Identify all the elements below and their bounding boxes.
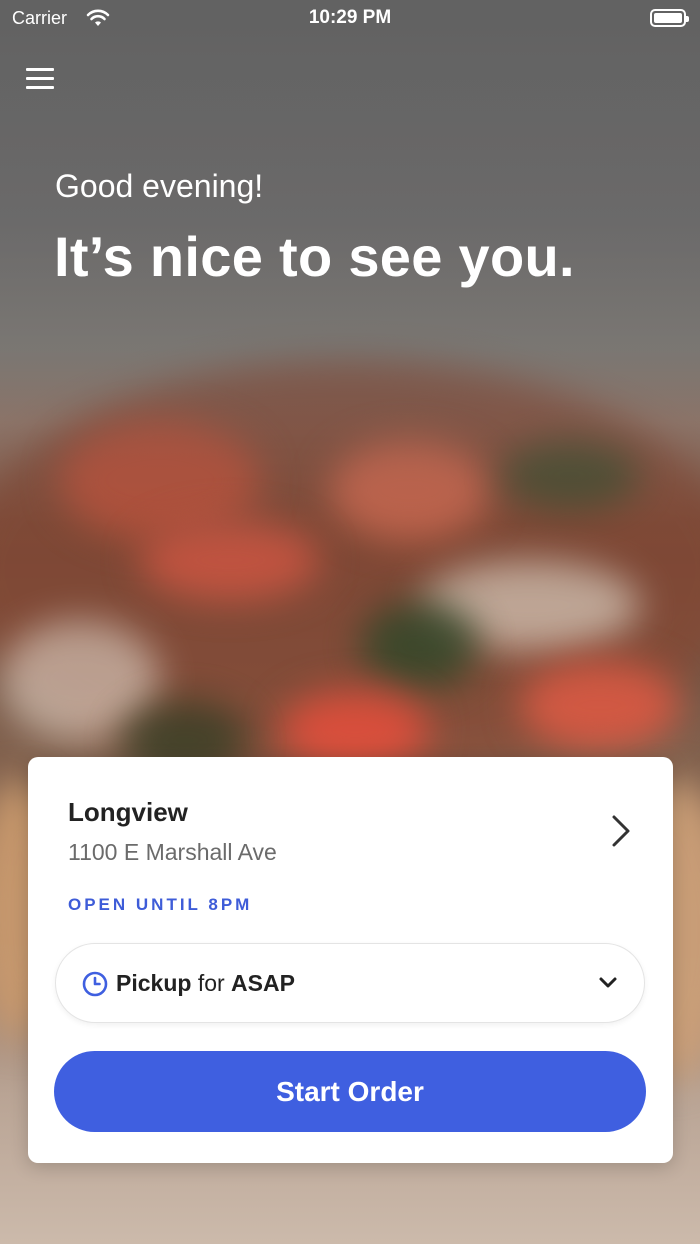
status-bar: Carrier 10:29 PM <box>0 0 700 38</box>
order-card: Longview 1100 E Marshall Ave OPEN UNTIL … <box>28 757 673 1163</box>
order-mode-label: Pickup for ASAP <box>116 970 295 997</box>
order-mode-connector: for <box>197 970 225 996</box>
chevron-down-icon <box>599 977 617 988</box>
hamburger-menu-icon[interactable] <box>26 66 56 92</box>
clock-icon <box>82 971 108 997</box>
battery-icon <box>650 9 689 27</box>
order-mode-time: ASAP <box>231 970 295 996</box>
order-mode-type: Pickup <box>116 970 192 996</box>
greeting-text: Good evening! <box>55 168 264 204</box>
status-time: 10:29 PM <box>308 7 392 28</box>
store-address: 1100 E Marshall Ave <box>68 839 277 865</box>
store-name: Longview <box>68 797 188 827</box>
start-order-button[interactable]: Start Order <box>54 1051 646 1132</box>
order-mode-dropdown[interactable]: Pickup for ASAP <box>55 943 645 1023</box>
store-selector[interactable]: Longview 1100 E Marshall Ave <box>28 757 673 877</box>
chevron-right-icon <box>612 815 630 847</box>
store-hours: OPEN UNTIL 8PM <box>68 895 253 914</box>
page-headline: It’s nice to see you. <box>54 225 575 288</box>
